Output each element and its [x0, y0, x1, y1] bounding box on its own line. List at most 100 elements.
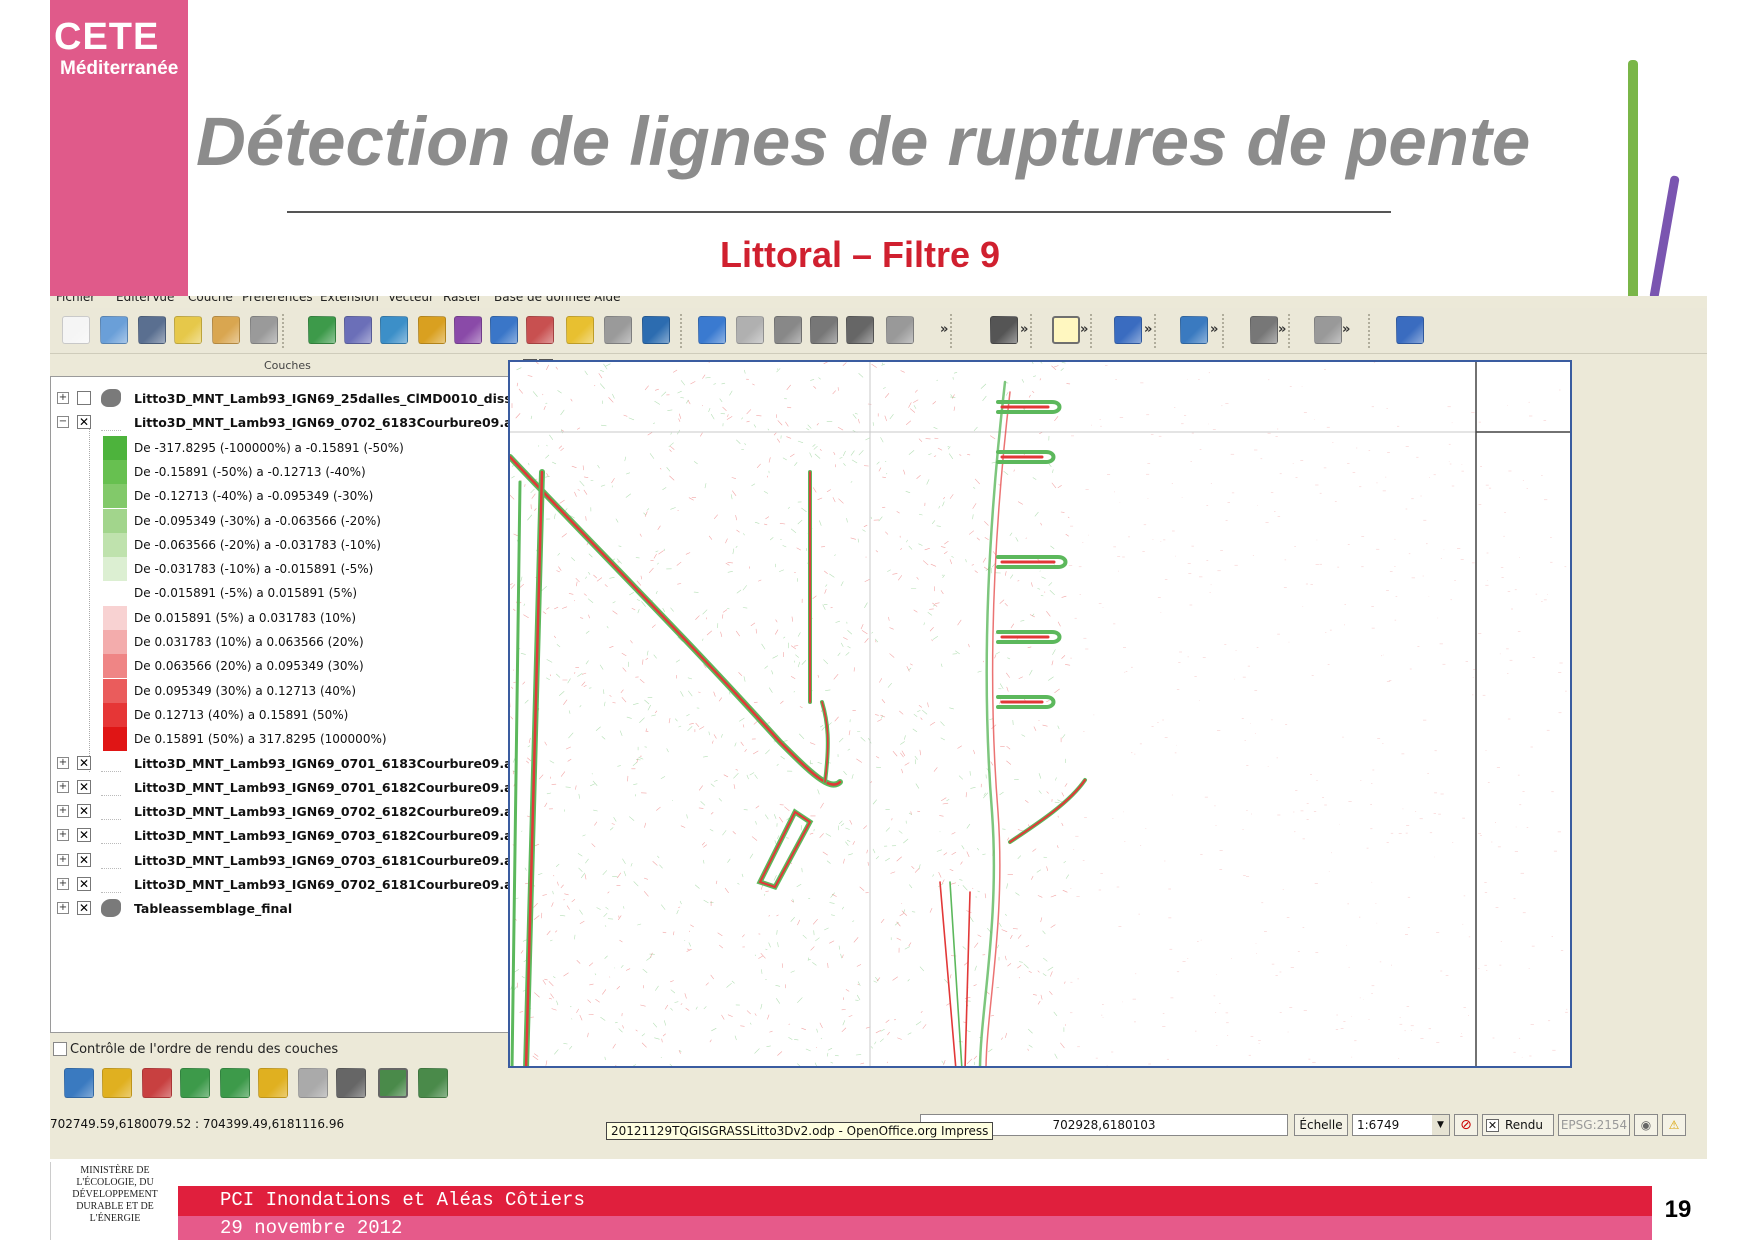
open-project-icon[interactable] — [100, 316, 128, 344]
layer-name: Litto3D_MNT_Lamb93_IGN69_0702_6183Courbu… — [134, 415, 528, 431]
expand-icon[interactable]: + — [57, 805, 69, 818]
menu-item-6[interactable]: Vecteur — [388, 296, 434, 304]
layer-visibility-icon[interactable] — [378, 1068, 408, 1098]
pan-icon[interactable] — [1052, 316, 1080, 344]
undo-icon[interactable] — [990, 316, 1018, 344]
toolbar-overflow-icon[interactable]: » — [1210, 322, 1218, 337]
add-feature-icon[interactable] — [774, 316, 802, 344]
tool-icon[interactable] — [298, 1068, 328, 1098]
toolbar-overflow-icon[interactable]: » — [1144, 322, 1152, 337]
remove-icon[interactable] — [142, 1068, 172, 1098]
analysis-icon[interactable] — [1314, 316, 1342, 344]
menu-item-3[interactable]: Couche — [188, 296, 233, 304]
layer-visibility-checkbox[interactable]: ✕ — [77, 877, 91, 891]
projection-icon[interactable]: ◉ — [1634, 1114, 1658, 1136]
menu-item-0[interactable]: Fichier — [56, 296, 95, 304]
expand-icon[interactable]: + — [57, 829, 69, 842]
add-wfs-icon[interactable] — [526, 316, 554, 344]
menu-item-7[interactable]: Raster — [443, 296, 482, 304]
layers-panel[interactable]: + Litto3D_MNT_Lamb93_IGN69_25dalles_ClMD0… — [50, 376, 555, 1033]
layer-visibility-checkbox[interactable]: ✕ — [77, 901, 91, 916]
layer-visibility-checkbox[interactable]: ✕ — [77, 804, 91, 819]
expand-icon[interactable]: + — [57, 902, 69, 915]
layer-visibility-checkbox[interactable]: ✕ — [77, 755, 91, 770]
print-icon[interactable] — [250, 316, 278, 344]
add-raster-icon[interactable] — [344, 316, 372, 344]
toolbar-overflow-icon[interactable]: » — [1020, 322, 1028, 337]
overview-icon[interactable] — [418, 1068, 448, 1098]
identify-icon[interactable] — [1114, 316, 1142, 344]
layer-name: Tableassemblage_final — [134, 901, 293, 917]
add-postgis-icon[interactable] — [380, 316, 408, 344]
add-layer-icon[interactable] — [180, 1068, 210, 1098]
menu-item-2[interactable]: Vue — [152, 296, 174, 304]
layer-visibility-checkbox[interactable]: ✕ — [77, 415, 91, 430]
toolbar-separator — [1288, 314, 1291, 348]
save-project-icon[interactable] — [138, 316, 166, 344]
save-edits-icon[interactable] — [736, 316, 764, 344]
layer-row[interactable]: + ✕ Litto3D_MNT_Lamb93_IGN69_0702_6181Cour… — [51, 873, 554, 897]
toggle-edit-icon[interactable] — [698, 316, 726, 344]
raster-layer-icon — [101, 754, 121, 772]
collapse-icon[interactable]: − — [57, 416, 69, 429]
expand-icon[interactable]: + — [57, 878, 69, 890]
layer-row[interactable]: + ✕ Tableassemblage_final — [51, 897, 554, 921]
render-order-control[interactable]: Contrôle de l'ordre de rendu des couches — [50, 1040, 555, 1060]
remove-layer-icon[interactable] — [604, 316, 632, 344]
chevron-down-icon[interactable]: ▼ — [1432, 1115, 1449, 1135]
expand-icon[interactable]: + — [57, 780, 69, 793]
move-feature-icon[interactable] — [810, 316, 838, 344]
toolbar-overflow-icon[interactable]: » — [1342, 322, 1350, 337]
layer-row[interactable]: + ✕ Litto3D_MNT_Lamb93_IGN69_0702_6182Cour… — [51, 800, 554, 824]
layer-row[interactable]: + Litto3D_MNT_Lamb93_IGN69_25dalles_ClMD0… — [51, 387, 554, 411]
layer-row[interactable]: + ✕ Litto3D_MNT_Lamb93_IGN69_0701_6182Cour… — [51, 776, 554, 800]
expand-icon[interactable]: + — [57, 756, 69, 769]
warning-icon[interactable]: ⚠ — [1662, 1114, 1686, 1136]
filter-legend-icon[interactable] — [220, 1068, 250, 1098]
toolbar-overflow-icon[interactable]: » — [940, 322, 948, 337]
toolbar-overflow-icon[interactable]: » — [1080, 322, 1088, 337]
layer-visibility-checkbox[interactable]: ✕ — [77, 852, 91, 867]
layer-row[interactable]: + ✕ Litto3D_MNT_Lamb93_IGN69_0703_6181Cour… — [51, 849, 554, 873]
node-tool-icon[interactable] — [846, 316, 874, 344]
menu-item-1[interactable]: Editer — [116, 296, 152, 304]
layer-row[interactable]: − ✕ Litto3D_MNT_Lamb93_IGN69_0702_6183Cour… — [51, 411, 554, 435]
toolbar-overflow-icon[interactable]: » — [1278, 322, 1286, 337]
menu-item-5[interactable]: Extension — [320, 296, 379, 304]
label-icon[interactable] — [1250, 316, 1278, 344]
menu-item-4[interactable]: Préférences — [242, 296, 313, 304]
add-group-icon[interactable] — [64, 1068, 94, 1098]
add-wms-icon[interactable] — [490, 316, 518, 344]
add-mssql-icon[interactable] — [454, 316, 482, 344]
star-layer-icon[interactable] — [258, 1068, 288, 1098]
crs-status[interactable]: EPSG:2154 — [1558, 1114, 1630, 1136]
print-composer-icon[interactable] — [212, 316, 240, 344]
layer-row[interactable]: + ✕ Litto3D_MNT_Lamb93_IGN69_0701_6183Cour… — [51, 752, 554, 776]
delete-selected-icon[interactable] — [886, 316, 914, 344]
raster-layer-icon — [101, 802, 121, 821]
expand-all-icon[interactable] — [102, 1068, 132, 1098]
render-checkbox[interactable]: ✕ — [1486, 1119, 1499, 1132]
add-vector-icon[interactable] — [308, 316, 336, 344]
stop-render-icon[interactable]: ⊘ — [1454, 1114, 1478, 1136]
hammer-icon[interactable] — [336, 1068, 366, 1098]
render-order-checkbox[interactable] — [53, 1042, 67, 1056]
add-spatialite-icon[interactable] — [418, 316, 446, 344]
layer-visibility-checkbox[interactable] — [77, 391, 91, 405]
menu-item-8[interactable]: Base de donnée — [494, 296, 591, 304]
map-canvas[interactable] — [508, 360, 1572, 1068]
expand-icon[interactable]: + — [57, 853, 69, 866]
layer-row[interactable]: + ✕ Litto3D_MNT_Lamb93_IGN69_0703_6182Cour… — [51, 824, 554, 848]
render-toggle[interactable]: ✕ Rendu — [1482, 1114, 1554, 1136]
legend-label: De 0.031783 (10%) a 0.063566 (20%) — [134, 635, 364, 649]
new-project-icon[interactable] — [62, 316, 90, 344]
measure-icon[interactable] — [1180, 316, 1208, 344]
layer-visibility-checkbox[interactable]: ✕ — [77, 779, 91, 794]
add-delimited-icon[interactable] — [642, 316, 670, 344]
menu-item-9[interactable]: Aide — [594, 296, 621, 304]
database-icon[interactable] — [1396, 316, 1424, 344]
new-shapefile-icon[interactable] — [566, 316, 594, 344]
expand-icon[interactable]: + — [57, 392, 69, 404]
save-as-icon[interactable] — [174, 316, 202, 344]
layer-visibility-checkbox[interactable]: ✕ — [77, 828, 91, 843]
